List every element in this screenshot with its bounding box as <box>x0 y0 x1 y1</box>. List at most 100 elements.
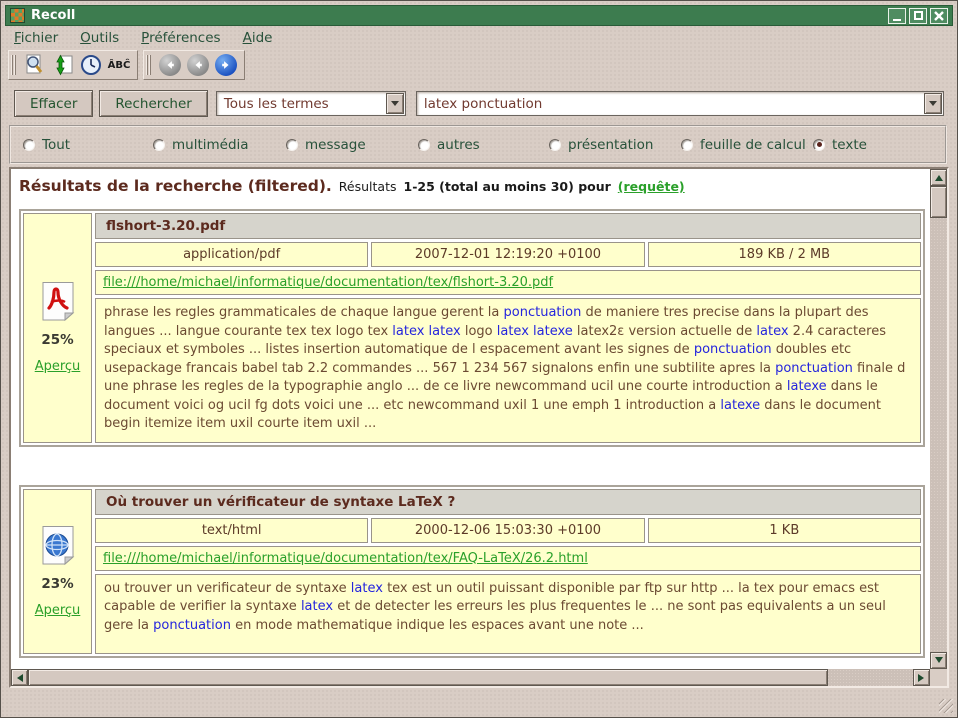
results-list: Résultats de la recherche (filtered). Ré… <box>11 169 930 669</box>
result-icon-cell: 23% Aperçu <box>23 489 92 654</box>
query-link[interactable]: (requête) <box>618 179 685 194</box>
radio-icon <box>418 139 430 151</box>
maximize-button[interactable] <box>909 8 927 24</box>
radio-icon <box>549 139 561 151</box>
arrow-right-icon <box>918 674 928 682</box>
close-button[interactable] <box>930 8 948 24</box>
html-file-icon <box>40 525 76 565</box>
search-controls: Effacer Rechercher Tous les termes <box>14 90 944 117</box>
filter-radio-autres[interactable]: autres <box>418 137 480 153</box>
radio-icon <box>23 139 35 151</box>
arrow-up-icon <box>935 171 943 181</box>
maximize-icon <box>914 11 923 20</box>
menu-aide[interactable]: Aide <box>243 30 273 46</box>
search-history-dropdown-button[interactable] <box>924 93 942 114</box>
scroll-left-button[interactable] <box>11 669 28 686</box>
relevance-percent: 23% <box>41 576 73 592</box>
history-button[interactable] <box>78 53 104 77</box>
scrollbar-trough[interactable] <box>828 669 913 686</box>
update-index-button[interactable] <box>50 53 76 77</box>
results-header: Résultats de la recherche (filtered). Ré… <box>19 177 930 195</box>
filter-radio-texte[interactable]: texte <box>813 137 867 153</box>
result-size: 1 KB <box>648 518 921 543</box>
menu-preferences[interactable]: Préférences <box>141 30 220 46</box>
menu-outils[interactable]: Outils <box>80 30 119 46</box>
search-mode-select[interactable]: Tous les termes <box>216 91 406 116</box>
filter-label: message <box>305 137 366 153</box>
filter-radio-tout[interactable]: Tout <box>23 137 70 153</box>
arrow-down-icon <box>935 657 943 667</box>
vertical-scrollbar[interactable] <box>930 169 947 669</box>
result-mime: application/pdf <box>95 242 368 267</box>
radio-icon <box>153 139 165 151</box>
filter-label: texte <box>832 137 867 153</box>
result-mime: text/html <box>95 518 368 543</box>
scroll-up-button[interactable] <box>930 169 947 186</box>
chevron-down-icon <box>929 101 937 110</box>
result-meta-row: application/pdf 2007-12-01 12:19:20 +010… <box>95 242 921 267</box>
filter-radio-feuille-de-calcul[interactable]: feuille de calcul <box>681 137 806 153</box>
result-title: Où trouver un vérificateur de syntaxe La… <box>95 489 921 515</box>
scroll-down-button[interactable] <box>930 652 947 669</box>
result-url-link[interactable]: file:///home/michael/informatique/docume… <box>103 275 553 290</box>
horizontal-scrollbar-thumb[interactable] <box>28 669 828 686</box>
recoll-window: Recoll Fichier Outils Préférences Aide <box>0 0 958 718</box>
result-snippet: phrase les regles grammaticales de chaqu… <box>95 298 921 443</box>
chevron-down-icon <box>391 101 399 110</box>
arrow-left-icon <box>163 58 177 72</box>
results-range: 1-25 (total au moins 30) pour <box>404 179 611 194</box>
filter-label: Tout <box>42 137 70 153</box>
filter-label: feuille de calcul <box>700 137 806 153</box>
results-title: Résultats de la recherche (filtered). <box>19 177 332 195</box>
search-mode-dropdown-button[interactable] <box>386 93 404 114</box>
toolbar-handle[interactable] <box>11 55 17 75</box>
vertical-scrollbar-thumb[interactable] <box>930 186 947 218</box>
search-input[interactable] <box>417 96 924 112</box>
preview-link[interactable]: Aperçu <box>35 359 81 374</box>
result-meta-row: text/html 2000-12-06 15:03:30 +0100 1 KB <box>95 518 921 543</box>
result-url-link[interactable]: file:///home/michael/informatique/docume… <box>103 551 588 566</box>
result-date: 2007-12-01 12:19:20 +0100 <box>371 242 644 267</box>
minimize-icon <box>893 19 901 21</box>
toolbar: ÂBĈ <box>8 50 245 80</box>
filter-radio-multimedia[interactable]: multimédia <box>153 137 249 153</box>
resize-grip[interactable] <box>939 699 953 713</box>
result-snippet: ou trouver un verificateur de syntaxe la… <box>95 574 921 654</box>
filter-radio-presentation[interactable]: présentation <box>549 137 653 153</box>
scrollbar-corner <box>930 669 947 686</box>
result-entry[interactable]: 25% Aperçu flshort-3.20.pdf application/… <box>19 209 925 447</box>
filter-radio-message[interactable]: message <box>286 137 366 153</box>
result-date: 2000-12-06 15:03:30 +0100 <box>371 518 644 543</box>
results-label: Résultats <box>339 179 397 194</box>
minimize-button[interactable] <box>888 8 906 24</box>
toolbar-group-tools: ÂBĈ <box>8 50 138 80</box>
search-query-combo[interactable] <box>416 91 944 116</box>
search-document-icon <box>23 53 47 77</box>
preview-link[interactable]: Aperçu <box>35 603 81 618</box>
search-button[interactable]: Rechercher <box>99 90 207 117</box>
term-explorer-button[interactable]: ÂBĈ <box>106 53 132 77</box>
search-mode-value: Tous les termes <box>217 96 386 112</box>
radio-icon <box>286 139 298 151</box>
scroll-right-button[interactable] <box>913 669 930 686</box>
next-page-button[interactable] <box>215 54 237 76</box>
update-index-icon <box>51 53 75 77</box>
toolbar-handle[interactable] <box>146 55 152 75</box>
clear-button[interactable]: Effacer <box>14 90 93 117</box>
titlebar[interactable]: Recoll <box>5 5 953 26</box>
term-explorer-icon: ÂBĈ <box>108 60 131 71</box>
menu-fichier[interactable]: Fichier <box>14 30 58 46</box>
radio-icon <box>681 139 693 151</box>
previous-page-button[interactable] <box>187 54 209 76</box>
result-entry[interactable]: 23% Aperçu Où trouver un vérificateur de… <box>19 485 925 658</box>
first-page-button[interactable] <box>159 54 181 76</box>
arrow-left-icon <box>191 58 205 72</box>
results-frame: Résultats de la recherche (filtered). Ré… <box>9 167 949 688</box>
menubar: Fichier Outils Préférences Aide <box>5 27 953 48</box>
result-icon-cell: 25% Aperçu <box>23 213 92 443</box>
filter-label: présentation <box>568 137 653 153</box>
preview-document-button[interactable] <box>22 53 48 77</box>
horizontal-scrollbar[interactable] <box>11 669 930 686</box>
arrow-right-icon <box>219 58 233 72</box>
filter-label: multimédia <box>172 137 249 153</box>
